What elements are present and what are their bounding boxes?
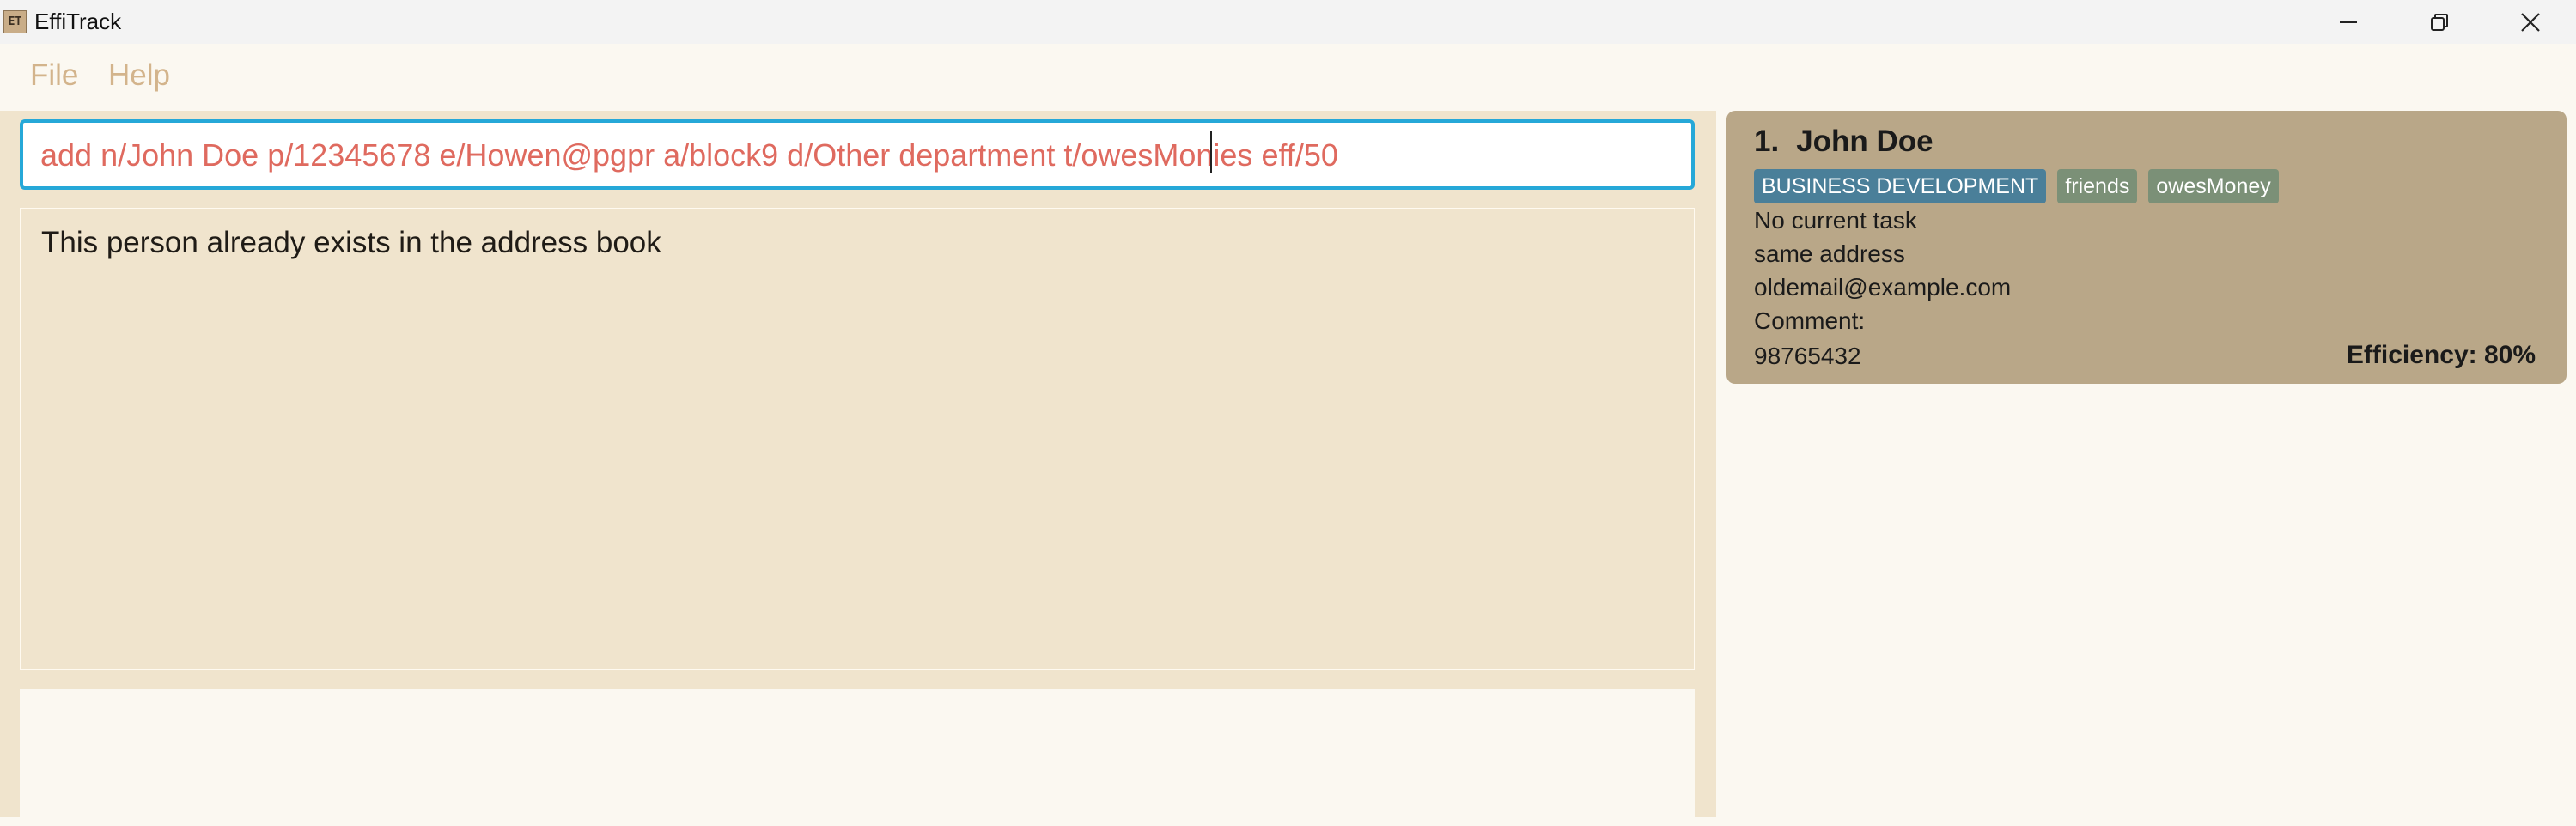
person-list-panel[interactable]: 1. John Doe BUSINESS DEVELOPMENT friends ow… [1716,111,2576,817]
result-display: This person already exists in the addres… [20,208,1695,670]
result-message: This person already exists in the addres… [41,226,661,259]
person-email: oldemail@example.com [1754,274,2012,301]
person-name: John Doe [1796,125,1934,158]
window-title: EffiTrack [34,9,122,34]
person-address: same address [1754,240,1905,267]
menu-file[interactable]: File [30,58,78,93]
command-text: add n/John Doe p/12345678 e/Howen@pgpr a… [40,137,1338,173]
left-panel: add n/John Doe p/12345678 e/Howen@pgpr a… [0,111,1716,826]
maximize-icon [2431,14,2448,31]
status-bar [20,689,1695,826]
person-index: 1. [1754,125,1780,158]
command-input[interactable]: add n/John Doe p/12345678 e/Howen@pgpr a… [20,119,1695,190]
app-logo-icon: ET [3,10,27,33]
person-phone: 98765432 [1754,343,1861,369]
tag-friends: friends [2057,169,2138,203]
close-button[interactable] [2485,0,2576,44]
title-bar: ET EffiTrack [0,0,2576,44]
menu-help[interactable]: Help [108,58,170,93]
department-tag: BUSINESS DEVELOPMENT [1754,169,2047,203]
minimize-icon [2340,21,2357,23]
close-icon [2521,13,2540,32]
tag-list: BUSINESS DEVELOPMENT friends owesMoney [1754,169,2290,203]
maximize-button[interactable] [2394,0,2485,44]
person-name-line: 1. John Doe [1754,125,1934,159]
person-card[interactable]: 1. John Doe BUSINESS DEVELOPMENT friends ow… [1726,111,2567,384]
tag-owes-money: owesMoney [2148,169,2279,203]
menu-bar: File Help [0,44,2576,111]
text-caret [1210,131,1212,173]
person-comment: Comment: [1754,307,1866,334]
minimize-button[interactable] [2303,0,2394,44]
person-task: No current task [1754,207,1917,234]
person-efficiency: Efficiency: 80% [2346,341,2536,369]
